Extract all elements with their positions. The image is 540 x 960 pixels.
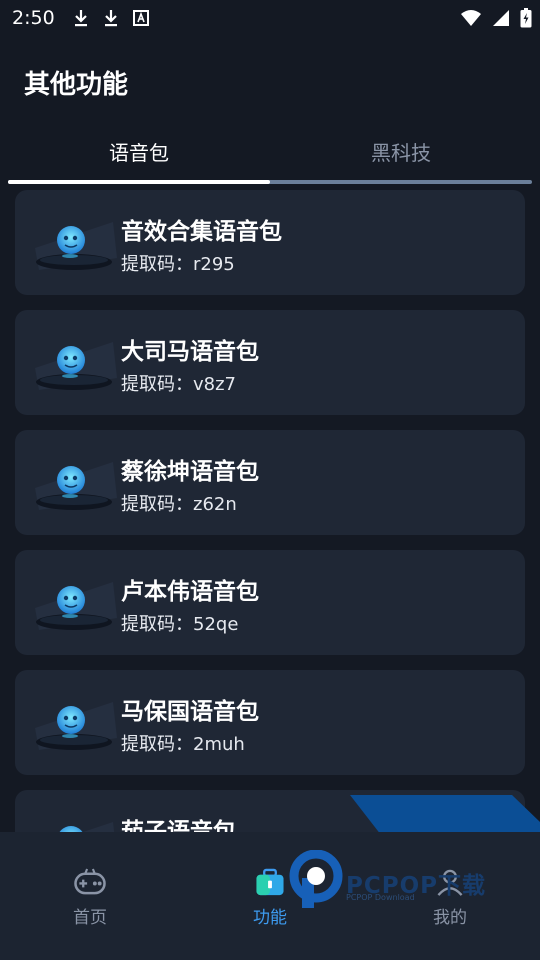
list-item[interactable]: 卢本伟语音包 提取码：52qe: [15, 550, 525, 655]
tab-bar: 语音包 黑科技: [8, 124, 532, 184]
list-item[interactable]: 大司马语音包 提取码：v8z7: [15, 310, 525, 415]
robot-mascot-icon: [35, 342, 117, 390]
extract-code: 提取码：z62n: [121, 494, 237, 515]
extract-code: 提取码：v8z7: [121, 374, 237, 395]
robot-mascot-icon: [35, 222, 117, 270]
status-bar: 2:50: [0, 0, 540, 36]
system-icons: [460, 8, 532, 28]
list-item[interactable]: 马保国语音包 提取码：2muh: [15, 670, 525, 775]
font-icon: [132, 10, 149, 26]
extract-code: 提取码：52qe: [121, 614, 239, 635]
card-title: 马保国语音包: [121, 699, 259, 725]
wifi-icon: [461, 10, 481, 26]
notification-icons: [73, 8, 149, 28]
card-title: 卢本伟语音包: [121, 579, 259, 605]
tab-voice-pack[interactable]: 语音包: [8, 124, 270, 178]
extract-code: 提取码：r295: [121, 254, 235, 275]
nav-label-function: 功能: [253, 908, 287, 928]
robot-mascot-icon: [35, 462, 117, 510]
nav-label-home: 首页: [73, 908, 107, 928]
nav-label-mine: 我的: [433, 908, 467, 928]
robot-mascot-icon: [35, 582, 117, 630]
voice-pack-list: 音效合集语音包 提取码：r295 大司马语音包 提取码：v8z7 蔡徐坤语音包 …: [15, 190, 525, 910]
card-title: 大司马语音包: [121, 339, 259, 365]
battery-icon: [520, 8, 532, 28]
tab-indicator-track: [8, 180, 532, 184]
watermark-logo: [289, 850, 343, 908]
download-icon: [104, 10, 117, 27]
signal-icon: [493, 10, 509, 26]
gamepad-icon: [74, 868, 106, 895]
download-icon: [74, 10, 87, 27]
tab-black-tech[interactable]: 黑科技: [270, 124, 532, 178]
robot-mascot-icon: [35, 702, 117, 750]
card-title: 音效合集语音包: [121, 219, 282, 245]
list-item[interactable]: 蔡徐坤语音包 提取码：z62n: [15, 430, 525, 535]
watermark-subtitle: PCPOP Download: [346, 893, 415, 902]
tab-indicator: [8, 180, 270, 184]
card-title: 蔡徐坤语音包: [121, 459, 259, 485]
nav-home[interactable]: 首页: [30, 868, 150, 928]
page-title: 其他功能: [24, 70, 129, 100]
extract-code: 提取码：2muh: [121, 734, 245, 755]
toolbox-icon: [256, 868, 284, 896]
list-item[interactable]: 音效合集语音包 提取码：r295: [15, 190, 525, 295]
status-time: 2:50: [12, 7, 55, 29]
